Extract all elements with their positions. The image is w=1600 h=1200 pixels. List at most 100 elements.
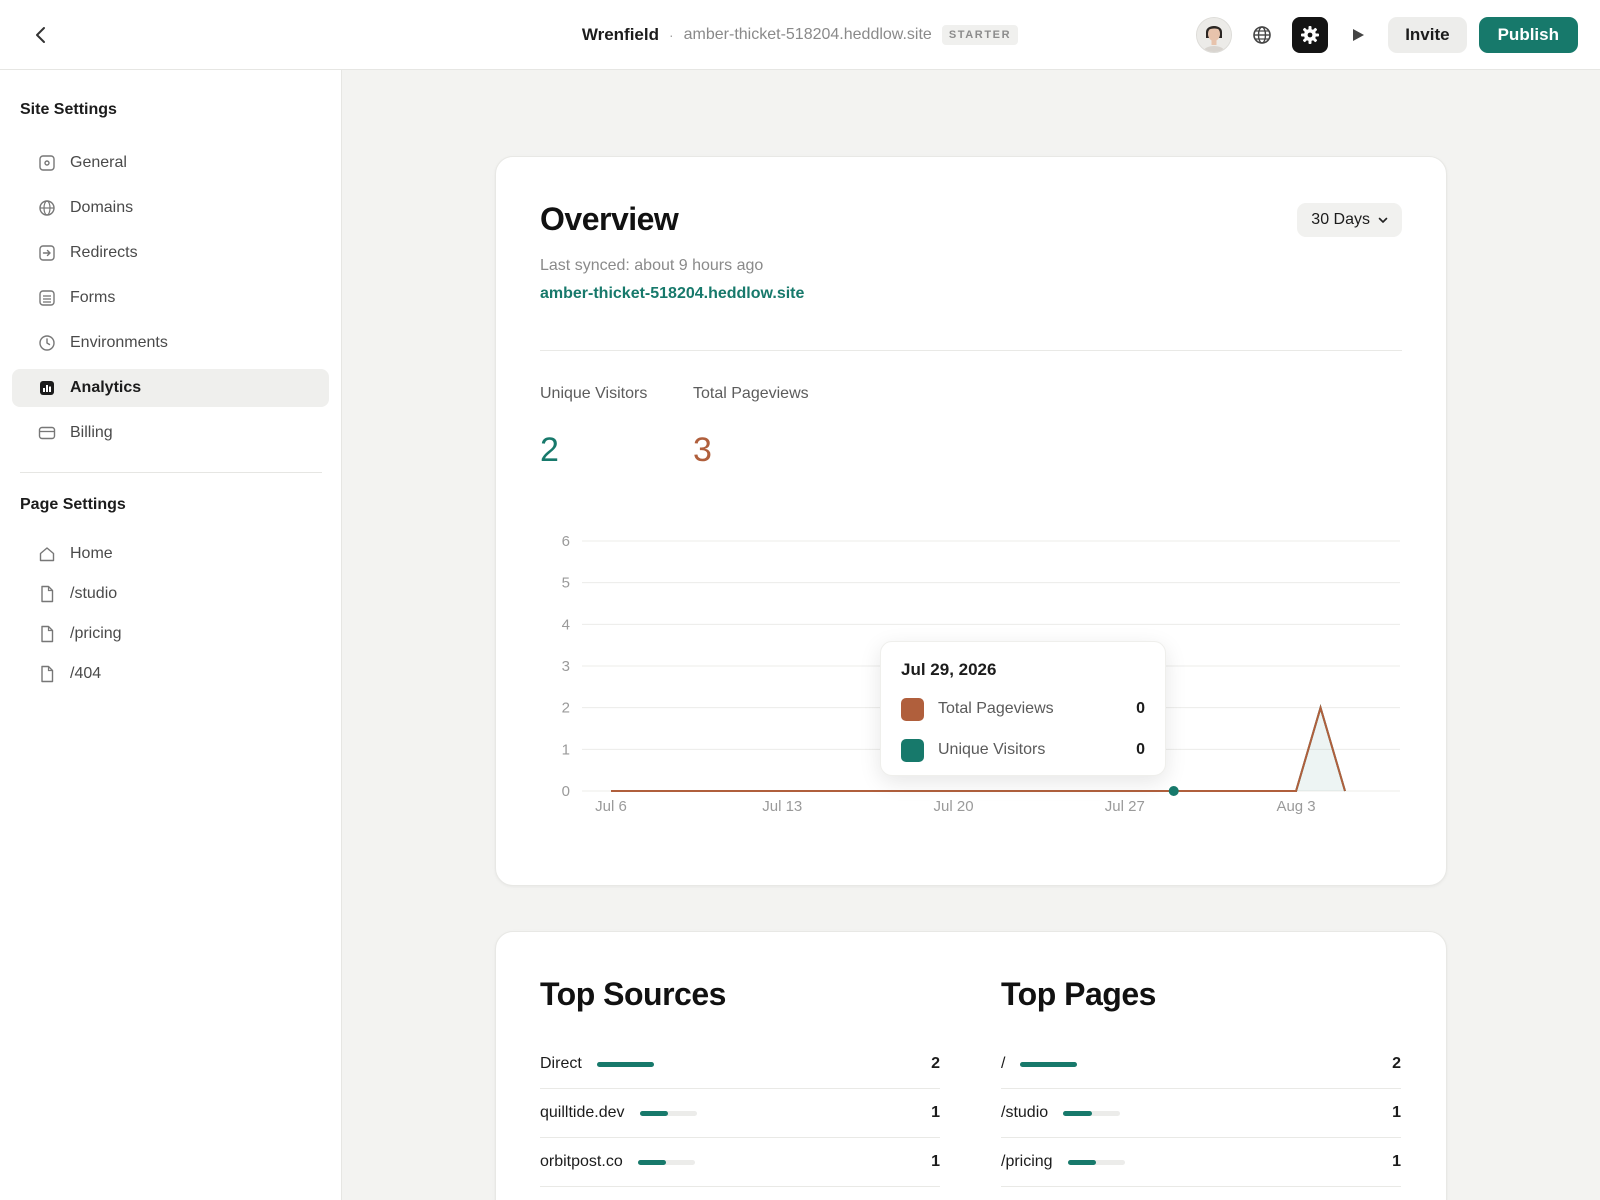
play-icon xyxy=(1353,29,1365,41)
gear-icon xyxy=(1301,26,1320,44)
page-icon xyxy=(38,625,56,643)
sidebar-item-label: Domains xyxy=(70,199,134,216)
sidebar-item-general[interactable]: General xyxy=(12,144,329,182)
source-count: 2 xyxy=(931,1055,940,1072)
share-bar-fill xyxy=(639,1110,668,1116)
sidebar-divider xyxy=(20,472,322,473)
metric-label: Total Pageviews xyxy=(693,385,809,402)
highlighted-point xyxy=(1168,786,1179,796)
publish-button[interactable]: Publish xyxy=(1478,17,1578,53)
share-bar-fill xyxy=(1063,1110,1092,1116)
globe-icon xyxy=(1253,26,1271,44)
user-avatar-icon xyxy=(1197,18,1232,52)
list-item[interactable]: / 2 xyxy=(1001,1040,1401,1089)
sidebar-item-label: /pricing xyxy=(70,625,122,642)
list-item[interactable]: Direct 2 xyxy=(540,1040,940,1089)
y-tick-label: 5 xyxy=(562,575,570,592)
sidebar-item-studio[interactable]: /studio xyxy=(12,575,329,613)
top-sources-title: Top Sources xyxy=(540,976,726,1012)
sidebar-item-label: /studio xyxy=(70,585,118,602)
visitors-swatch xyxy=(901,738,924,762)
tooltip-value: 0 xyxy=(1136,741,1145,758)
list-item[interactable]: /studio 1 xyxy=(1001,1089,1401,1138)
x-tick-label: Jul 13 xyxy=(762,798,802,815)
list-item[interactable]: orbitpost.co 1 xyxy=(540,1138,940,1187)
metric-value: 3 xyxy=(693,431,712,469)
share-bar-fill xyxy=(596,1061,654,1067)
redirect-icon xyxy=(38,244,56,262)
globe-icon xyxy=(38,199,56,217)
sidebar-item-forms[interactable]: Forms xyxy=(12,279,329,317)
sidebar-item-billing[interactable]: Billing xyxy=(12,414,329,452)
share-bar xyxy=(1020,1061,1078,1067)
sidebar-item-pricing[interactable]: /pricing xyxy=(12,615,329,653)
sidebar-item-environments[interactable]: Environments xyxy=(12,324,329,362)
y-tick-label: 6 xyxy=(562,533,570,550)
site-link[interactable]: amber-thicket-518204.heddlow.site xyxy=(540,285,804,303)
share-bar xyxy=(596,1061,654,1067)
sidebar-item-redirects[interactable]: Redirects xyxy=(12,234,329,272)
sidebar-item-analytics[interactable]: Analytics xyxy=(12,369,329,407)
globe-button[interactable] xyxy=(1244,17,1280,53)
source-name: quilltide.dev xyxy=(540,1104,625,1121)
preview-button[interactable] xyxy=(1340,17,1376,53)
sidebar-item-domains[interactable]: Domains xyxy=(12,189,329,227)
settings-button[interactable] xyxy=(1292,17,1329,53)
chevron-left-icon xyxy=(36,27,45,43)
site-settings-heading: Site Settings xyxy=(20,101,117,118)
sidebar-item-label: General xyxy=(70,154,127,171)
avatar[interactable] xyxy=(1196,17,1233,53)
metric-value: 2 xyxy=(540,431,559,469)
metric-total-pageviews: Total Pageviews 3 xyxy=(693,385,809,470)
share-bar xyxy=(637,1159,695,1165)
y-tick-label: 2 xyxy=(562,700,570,717)
chevron-down-icon xyxy=(1378,217,1388,223)
tooltip-value: 0 xyxy=(1136,700,1145,717)
sidebar: Site Settings General Domains Redirects … xyxy=(0,70,342,1200)
x-tick-label: Aug 3 xyxy=(1276,798,1315,815)
tooltip-date: Jul 29, 2026 xyxy=(901,660,997,679)
sidebar-item-404[interactable]: /404 xyxy=(12,655,329,693)
share-bar xyxy=(1063,1110,1121,1116)
back-button[interactable] xyxy=(26,20,56,50)
page-icon xyxy=(38,665,56,683)
list-item[interactable]: quilltide.dev 1 xyxy=(540,1089,940,1138)
y-tick-label: 0 xyxy=(562,783,570,800)
top-lists-card: Top Sources Direct 2 quilltide.dev 1 orb… xyxy=(495,931,1447,1200)
tooltip-row-pageviews: Total Pageviews 0 xyxy=(901,697,1145,721)
sidebar-item-label: Billing xyxy=(70,424,113,441)
sidebar-item-label: Analytics xyxy=(70,379,142,396)
page-icon xyxy=(38,585,56,603)
pageviews-swatch xyxy=(901,697,924,721)
plan-badge: STARTER xyxy=(941,25,1019,45)
tooltip-row-visitors: Unique Visitors 0 xyxy=(901,738,1145,762)
x-tick-label: Jul 6 xyxy=(595,798,627,815)
chart-tooltip: Jul 29, 2026 Total Pageviews 0 Unique Vi… xyxy=(880,641,1166,776)
list-item[interactable]: /pricing 1 xyxy=(1001,1138,1401,1187)
date-range-select[interactable]: 30 Days xyxy=(1297,203,1402,237)
share-bar-fill xyxy=(1020,1061,1078,1067)
top-pages-title: Top Pages xyxy=(1001,976,1156,1012)
page-settings-heading: Page Settings xyxy=(20,496,126,513)
card-icon xyxy=(38,424,56,442)
metric-unique-visitors: Unique Visitors 2 xyxy=(540,385,647,470)
sidebar-item-label: Forms xyxy=(70,289,116,306)
y-tick-label: 3 xyxy=(562,658,570,675)
site-name: Wrenfield xyxy=(581,25,659,44)
page-count: 2 xyxy=(1392,1055,1401,1072)
page-path: /pricing xyxy=(1001,1153,1053,1170)
sidebar-item-label: Environments xyxy=(70,334,168,351)
sidebar-item-home[interactable]: Home xyxy=(12,535,329,573)
analytics-icon xyxy=(38,379,56,397)
tooltip-label: Unique Visitors xyxy=(938,741,1046,758)
last-synced: Last synced: about 9 hours ago xyxy=(540,257,764,274)
source-count: 1 xyxy=(931,1104,940,1121)
source-name: orbitpost.co xyxy=(540,1153,623,1170)
page-path: /studio xyxy=(1001,1104,1049,1121)
invite-button[interactable]: Invite xyxy=(1388,17,1467,53)
page-count: 1 xyxy=(1392,1153,1401,1170)
y-tick-label: 1 xyxy=(562,741,570,758)
share-bar xyxy=(1067,1159,1125,1165)
site-host: amber-thicket-518204.heddlow.site xyxy=(683,26,932,43)
x-tick-label: Jul 27 xyxy=(1105,798,1145,815)
